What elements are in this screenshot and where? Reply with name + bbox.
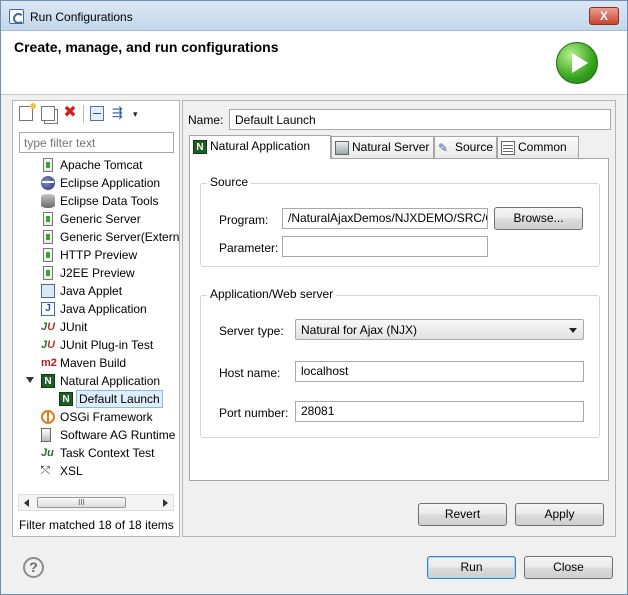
- configuration-tree: Apache Tomcat Eclipse Application Eclips…: [13, 156, 179, 492]
- chevron-down-icon: [569, 328, 577, 333]
- run-configurations-dialog: Run Configurations X Create, manage, and…: [0, 0, 628, 595]
- doc-icon: [43, 230, 53, 244]
- port-number-label: Port number:: [219, 406, 289, 420]
- run-banner-icon: [556, 42, 598, 84]
- scroll-right-icon[interactable]: [163, 499, 168, 507]
- filter-icon[interactable]: ⇶: [112, 106, 126, 121]
- tree-toolbar: ✖ ⇶ ▾: [17, 103, 177, 124]
- filter-input[interactable]: [19, 132, 174, 153]
- doc-icon: [43, 248, 53, 262]
- natural-icon: N: [41, 374, 55, 388]
- applet-icon: [41, 284, 55, 298]
- natural-icon: N: [193, 140, 207, 154]
- sag-icon: [41, 428, 51, 442]
- scroll-thumb[interactable]: III: [37, 497, 126, 508]
- natural-icon: N: [59, 392, 73, 406]
- osgi-icon: [41, 410, 55, 424]
- common-icon: [501, 141, 515, 155]
- filter-status: Filter matched 18 of 18 items: [19, 518, 174, 532]
- task-icon: Ju: [41, 447, 54, 459]
- configuration-tree-panel: ✖ ⇶ ▾ Apache Tomcat Eclipse Application …: [12, 100, 180, 537]
- host-name-field[interactable]: localhost: [295, 361, 584, 382]
- tab-natural-application[interactable]: N Natural Application: [189, 135, 331, 159]
- parameter-label: Parameter:: [219, 241, 279, 255]
- program-field[interactable]: /NaturalAjaxDemos/NJXDEMO/SRC/C: [282, 208, 488, 229]
- doc-icon: [43, 158, 53, 172]
- tab-common[interactable]: Common: [497, 136, 579, 158]
- junit-icon: JU: [41, 321, 56, 333]
- doc-icon: [43, 266, 53, 280]
- port-number-field[interactable]: 28081: [295, 401, 584, 422]
- run-button[interactable]: Run: [427, 556, 516, 579]
- page-title: Create, manage, and run configurations: [14, 39, 279, 55]
- duplicate-icon[interactable]: [41, 106, 55, 121]
- name-label: Name:: [188, 113, 224, 127]
- help-icon[interactable]: ?: [23, 557, 44, 578]
- name-field[interactable]: [229, 109, 611, 130]
- maven-icon: m2: [41, 357, 57, 369]
- source-group: Source Program: /NaturalAjaxDemos/NJXDEM…: [200, 175, 600, 267]
- configuration-editor-panel: Name: N Natural Application Natural Serv…: [182, 100, 616, 537]
- revert-button[interactable]: Revert: [418, 503, 507, 526]
- source-group-title: Source: [207, 175, 252, 189]
- delete-icon[interactable]: ✖: [63, 105, 77, 121]
- tab-bar: N Natural Application Natural Server ✎ S…: [189, 135, 609, 159]
- close-button[interactable]: Close: [524, 556, 613, 579]
- collapse-all-icon[interactable]: [90, 106, 104, 121]
- window-title: Run Configurations: [30, 10, 133, 24]
- eclipse-app-icon: [9, 9, 24, 24]
- server-type-label: Server type:: [219, 324, 284, 338]
- parameter-field[interactable]: [282, 236, 488, 257]
- browse-button[interactable]: Browse...: [494, 207, 583, 230]
- scroll-left-icon[interactable]: [24, 499, 29, 507]
- tab-content: Source Program: /NaturalAjaxDemos/NJXDEM…: [189, 158, 609, 481]
- chevron-down-icon[interactable]: [26, 377, 34, 383]
- toolbar-separator: [83, 105, 84, 123]
- junit-icon: JU: [41, 339, 56, 351]
- new-configuration-icon[interactable]: [19, 103, 36, 121]
- horizontal-scrollbar[interactable]: III: [18, 494, 174, 511]
- dialog-header: Create, manage, and run configurations: [1, 31, 627, 95]
- java-app-icon: J: [41, 302, 55, 316]
- close-window-button[interactable]: X: [589, 7, 619, 25]
- doc-icon: [43, 212, 53, 226]
- server-icon: [335, 141, 349, 155]
- server-type-select[interactable]: Natural for Ajax (NJX): [295, 319, 584, 340]
- eclipse-icon: [41, 176, 55, 190]
- view-menu-icon[interactable]: ▾: [133, 106, 147, 121]
- program-label: Program:: [219, 213, 269, 227]
- database-icon: [41, 194, 55, 208]
- server-group-title: Application/Web server: [207, 287, 337, 301]
- server-group: Application/Web server Server type: Natu…: [200, 287, 600, 438]
- xsl-icon: ⤲: [41, 465, 50, 477]
- host-name-label: Host name:: [219, 366, 281, 380]
- tab-source[interactable]: ✎ Source: [434, 136, 497, 158]
- tab-natural-server[interactable]: Natural Server: [331, 136, 434, 158]
- source-icon: ✎: [438, 141, 449, 155]
- title-bar: Run Configurations X: [1, 1, 627, 31]
- apply-button[interactable]: Apply: [515, 503, 604, 526]
